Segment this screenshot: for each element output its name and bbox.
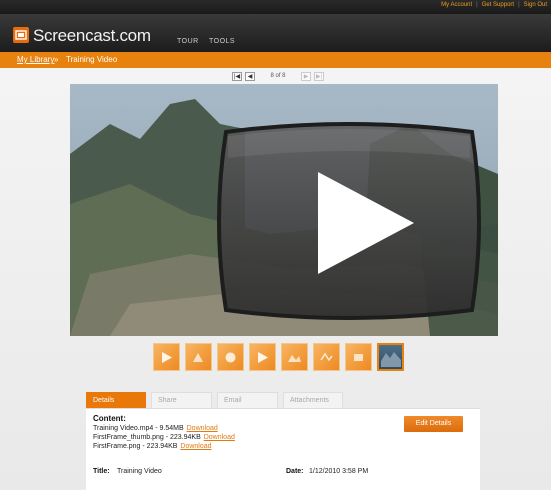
nav-tools[interactable]: TOOLS <box>209 38 235 45</box>
download-link[interactable]: Download <box>187 425 218 432</box>
details-panel: Content: Training Video.mp4 - 9.54MB Dow… <box>86 408 480 490</box>
title-label: Title: <box>93 468 110 475</box>
get-support-link[interactable]: Get Support <box>482 2 514 8</box>
breadcrumb-separator: » <box>54 55 59 64</box>
prev-page-button[interactable]: ◀ <box>245 71 255 81</box>
breadcrumb-my-library[interactable]: My Library <box>17 55 54 64</box>
content-heading: Content: <box>93 414 126 423</box>
tab-share[interactable]: Share <box>151 392 212 408</box>
download-link[interactable]: Download <box>180 443 211 450</box>
thumbnail-active[interactable] <box>377 343 404 371</box>
nav-tour[interactable]: TOUR <box>177 38 199 45</box>
file-item: FirstFrame.png - 223.94KB Download <box>93 443 212 450</box>
thumbnail[interactable] <box>249 343 276 371</box>
details-tabs: Details Share Email Attachments <box>86 392 343 408</box>
date-label: Date: <box>286 468 304 475</box>
title-value: Training Video <box>117 468 162 475</box>
breadcrumb-current: Training Video <box>66 55 118 64</box>
file-item: Training Video.mp4 - 9.54MB Download <box>93 425 218 432</box>
tab-attachments[interactable]: Attachments <box>283 392 343 408</box>
brand-name[interactable]: Screencast.com <box>33 26 151 46</box>
thumbnail[interactable] <box>153 343 180 371</box>
thumbnail[interactable] <box>185 343 212 371</box>
thumbnail[interactable] <box>281 343 308 371</box>
thumbnail[interactable] <box>345 343 372 371</box>
top-utility-bar: My Account | Get Support | Sign Out <box>0 0 551 14</box>
file-item: FirstFrame_thumb.png - 223.94KB Download <box>93 434 235 441</box>
thumbnail[interactable] <box>217 343 244 371</box>
tab-email[interactable]: Email <box>217 392 278 408</box>
first-page-button[interactable]: |◀ <box>232 71 242 81</box>
file-name: Training Video.mp4 - 9.54MB <box>93 425 184 432</box>
download-link[interactable]: Download <box>204 434 235 441</box>
thumbnail-strip <box>153 343 404 371</box>
last-page-button[interactable]: ▶| <box>314 71 324 81</box>
my-account-link[interactable]: My Account <box>441 2 472 8</box>
file-name: FirstFrame.png - 223.94KB <box>93 443 178 450</box>
sign-out-link[interactable]: Sign Out <box>524 2 547 8</box>
page-count: 8 of 8 <box>270 73 286 79</box>
utility-links: My Account | Get Support | Sign Out <box>441 2 547 8</box>
edit-details-button[interactable]: Edit Details <box>404 416 463 432</box>
play-icon[interactable] <box>216 118 482 336</box>
next-page-button[interactable]: ▶ <box>301 71 311 81</box>
tab-details[interactable]: Details <box>86 392 146 408</box>
thumbnail[interactable] <box>313 343 340 371</box>
video-player[interactable] <box>70 84 498 336</box>
date-value: 1/12/2010 3:58 PM <box>309 468 369 475</box>
file-name: FirstFrame_thumb.png - 223.94KB <box>93 434 201 441</box>
screencast-logo-icon[interactable] <box>13 27 29 43</box>
media-pager: |◀ ◀ 8 of 8 ▶ ▶| <box>232 71 324 81</box>
